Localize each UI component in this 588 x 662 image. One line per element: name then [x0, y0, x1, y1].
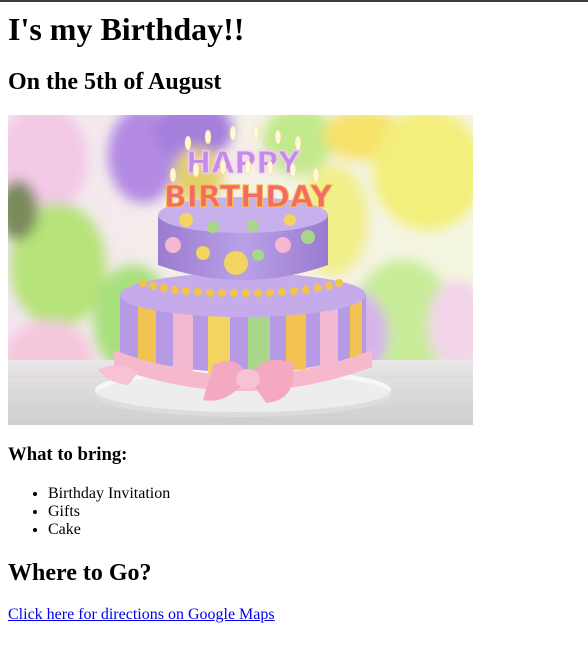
window-top-border	[0, 0, 588, 2]
list-item: Gifts	[48, 503, 170, 521]
bring-list: Birthday Invitation Gifts Cake	[8, 485, 170, 539]
list-item: Birthday Invitation	[48, 485, 170, 503]
svg-text:BIRTHDAY: BIRTHDAY	[164, 180, 334, 215]
list-item: Cake	[48, 521, 170, 539]
event-date-heading: On the 5th of August	[8, 69, 222, 95]
birthday-cake-image: HAPPY HAPPY BIRTHDAY	[8, 115, 473, 425]
where-to-go-heading: Where to Go?	[8, 560, 152, 586]
page-title: I's my Birthday!!	[8, 11, 245, 47]
svg-text:HAPPY: HAPPY	[186, 146, 301, 181]
google-maps-directions-link[interactable]: Click here for directions on Google Maps	[8, 606, 275, 624]
what-to-bring-heading: What to bring:	[8, 444, 128, 465]
